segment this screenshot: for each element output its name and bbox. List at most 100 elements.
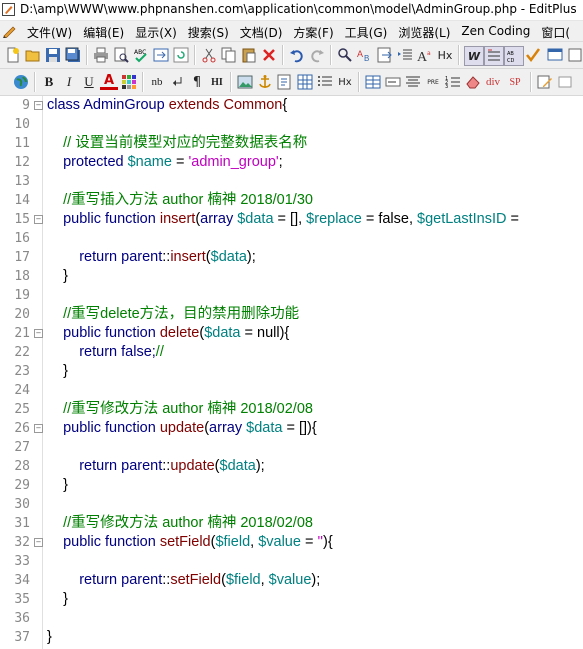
paste-icon[interactable] — [240, 46, 258, 64]
code-text: return parent::update($data); — [47, 457, 264, 476]
code-line[interactable]: 31 //重写修改方法 author 楠神 2018/02/08 — [0, 514, 583, 533]
find-icon[interactable] — [336, 46, 354, 64]
delete-icon[interactable] — [260, 46, 278, 64]
print-preview-icon[interactable] — [112, 46, 130, 64]
edit-icon[interactable] — [536, 73, 554, 91]
form-icon[interactable]: Hx — [336, 73, 354, 91]
menu-item[interactable]: Zen Coding — [456, 22, 535, 43]
menu-item[interactable]: 窗口( — [536, 22, 575, 43]
code-line[interactable]: 18 } — [0, 267, 583, 286]
color-palette-icon[interactable] — [120, 73, 138, 91]
fold-toggle-icon[interactable]: − — [34, 424, 43, 433]
eraser-icon[interactable] — [464, 73, 482, 91]
code-editor[interactable]: 9− class AdminGroup extends Common{10 11 /… — [0, 96, 583, 649]
code-line[interactable]: 21− public function delete($data = null)… — [0, 324, 583, 343]
fold-toggle-icon[interactable]: − — [34, 215, 43, 224]
code-line[interactable]: 25 //重写修改方法 author 楠神 2018/02/08 — [0, 400, 583, 419]
fold-toggle-icon[interactable]: − — [34, 101, 43, 110]
menu-item[interactable]: 文档(D) — [235, 22, 288, 43]
menu-item[interactable]: 文件(W) — [22, 22, 77, 43]
code-line[interactable]: 35 } — [0, 590, 583, 609]
image-icon[interactable] — [236, 73, 254, 91]
replace-icon[interactable]: AB — [356, 46, 374, 64]
code-line[interactable]: 32− public function setField($field, $va… — [0, 533, 583, 552]
redo-icon[interactable] — [308, 46, 326, 64]
code-line[interactable]: 37} — [0, 628, 583, 647]
fold-toggle-icon[interactable]: − — [34, 538, 43, 547]
nbsp-icon[interactable]: nb — [148, 73, 166, 91]
table-insert-icon[interactable] — [364, 73, 382, 91]
code-line[interactable]: 34 return parent::setField($field, $valu… — [0, 571, 583, 590]
align-center-icon[interactable] — [404, 73, 422, 91]
code-line[interactable]: 30 — [0, 495, 583, 514]
column-ruler-icon[interactable]: AB CD — [504, 46, 524, 66]
code-line[interactable]: 24 — [0, 381, 583, 400]
browser-preview-icon[interactable] — [152, 46, 170, 64]
code-line[interactable]: 9− class AdminGroup extends Common{ — [0, 96, 583, 115]
bold-icon[interactable]: B — [40, 73, 58, 91]
preformatted-icon[interactable]: PRE — [424, 73, 442, 91]
undo-icon[interactable] — [288, 46, 306, 64]
pencil-icon[interactable] — [2, 24, 18, 38]
fold-toggle-icon[interactable]: − — [34, 329, 43, 338]
form-field-icon[interactable] — [384, 73, 402, 91]
table-icon[interactable] — [296, 73, 314, 91]
line-numbers-icon[interactable] — [484, 46, 504, 66]
menu-item[interactable]: 搜索(S) — [183, 22, 234, 43]
code-line[interactable]: 27 — [0, 438, 583, 457]
code-line[interactable]: 33 — [0, 552, 583, 571]
code-line[interactable]: 10 — [0, 115, 583, 134]
cut-icon[interactable] — [200, 46, 218, 64]
list-numbered-icon[interactable]: 123 — [444, 73, 462, 91]
code-line[interactable]: 13 — [0, 172, 583, 191]
menu-item[interactable]: 编辑(E) — [78, 22, 129, 43]
refresh-icon[interactable] — [172, 46, 190, 64]
code-line[interactable]: 12 protected $name = 'admin_group'; — [0, 153, 583, 172]
fullscreen-icon[interactable] — [546, 46, 564, 64]
anchor-icon[interactable] — [256, 73, 274, 91]
goto-icon[interactable] — [376, 46, 394, 64]
code-line[interactable]: 20 //重写delete方法，目的禁用删除功能 — [0, 305, 583, 324]
check-icon[interactable] — [524, 46, 542, 64]
code-line[interactable]: 14 //重写插入方法 author 楠神 2018/01/30 — [0, 191, 583, 210]
code-line[interactable]: 29 } — [0, 476, 583, 495]
font-size-icon[interactable]: Aa — [416, 46, 434, 64]
new-file-icon[interactable] — [4, 46, 22, 64]
span-tag-icon[interactable]: SP — [506, 73, 524, 91]
code-line[interactable]: 15− public function insert(array $data =… — [0, 210, 583, 229]
div-tag-icon[interactable]: div — [484, 73, 502, 91]
save-all-icon[interactable] — [64, 46, 82, 64]
menu-item[interactable]: 浏览器(L) — [393, 22, 455, 43]
copy-icon[interactable] — [220, 46, 238, 64]
font-color-icon[interactable]: A — [100, 73, 118, 90]
code-line[interactable]: 26− public function update(array $data =… — [0, 419, 583, 438]
menu-item[interactable]: 工具(G) — [340, 22, 393, 43]
code-line[interactable]: 28 return parent::update($data); — [0, 457, 583, 476]
line-break-icon[interactable] — [168, 73, 186, 91]
save-icon[interactable] — [44, 46, 62, 64]
code-line[interactable]: 11 // 设置当前模型对应的完整数据表名称 — [0, 134, 583, 153]
code-line[interactable]: 36 — [0, 609, 583, 628]
spellcheck-icon[interactable]: ABC — [132, 46, 150, 64]
menu-item[interactable]: 显示(X) — [130, 22, 182, 43]
list-icon[interactable] — [316, 73, 334, 91]
heading-icon[interactable]: Hx — [436, 46, 454, 64]
indent-icon[interactable] — [396, 46, 414, 64]
code-line[interactable]: 17 return parent::insert($data); — [0, 248, 583, 267]
more-icon[interactable] — [566, 46, 583, 64]
underline-icon[interactable]: U — [80, 73, 98, 91]
globe-icon[interactable] — [12, 73, 30, 91]
menu-item[interactable]: 方案(F) — [288, 22, 338, 43]
toolbar-more-icon[interactable] — [556, 73, 574, 91]
link-icon[interactable] — [276, 73, 294, 91]
paragraph-icon[interactable]: ¶ — [188, 73, 206, 91]
code-line[interactable]: 19 — [0, 286, 583, 305]
italic-icon[interactable]: I — [60, 73, 78, 91]
word-wrap-icon[interactable]: W — [464, 46, 484, 66]
code-line[interactable]: 16 — [0, 229, 583, 248]
print-icon[interactable] — [92, 46, 110, 64]
open-folder-icon[interactable] — [24, 46, 42, 64]
code-line[interactable]: 22 return false;// — [0, 343, 583, 362]
horizontal-rule-icon[interactable]: HI — [208, 73, 226, 91]
code-line[interactable]: 23 } — [0, 362, 583, 381]
